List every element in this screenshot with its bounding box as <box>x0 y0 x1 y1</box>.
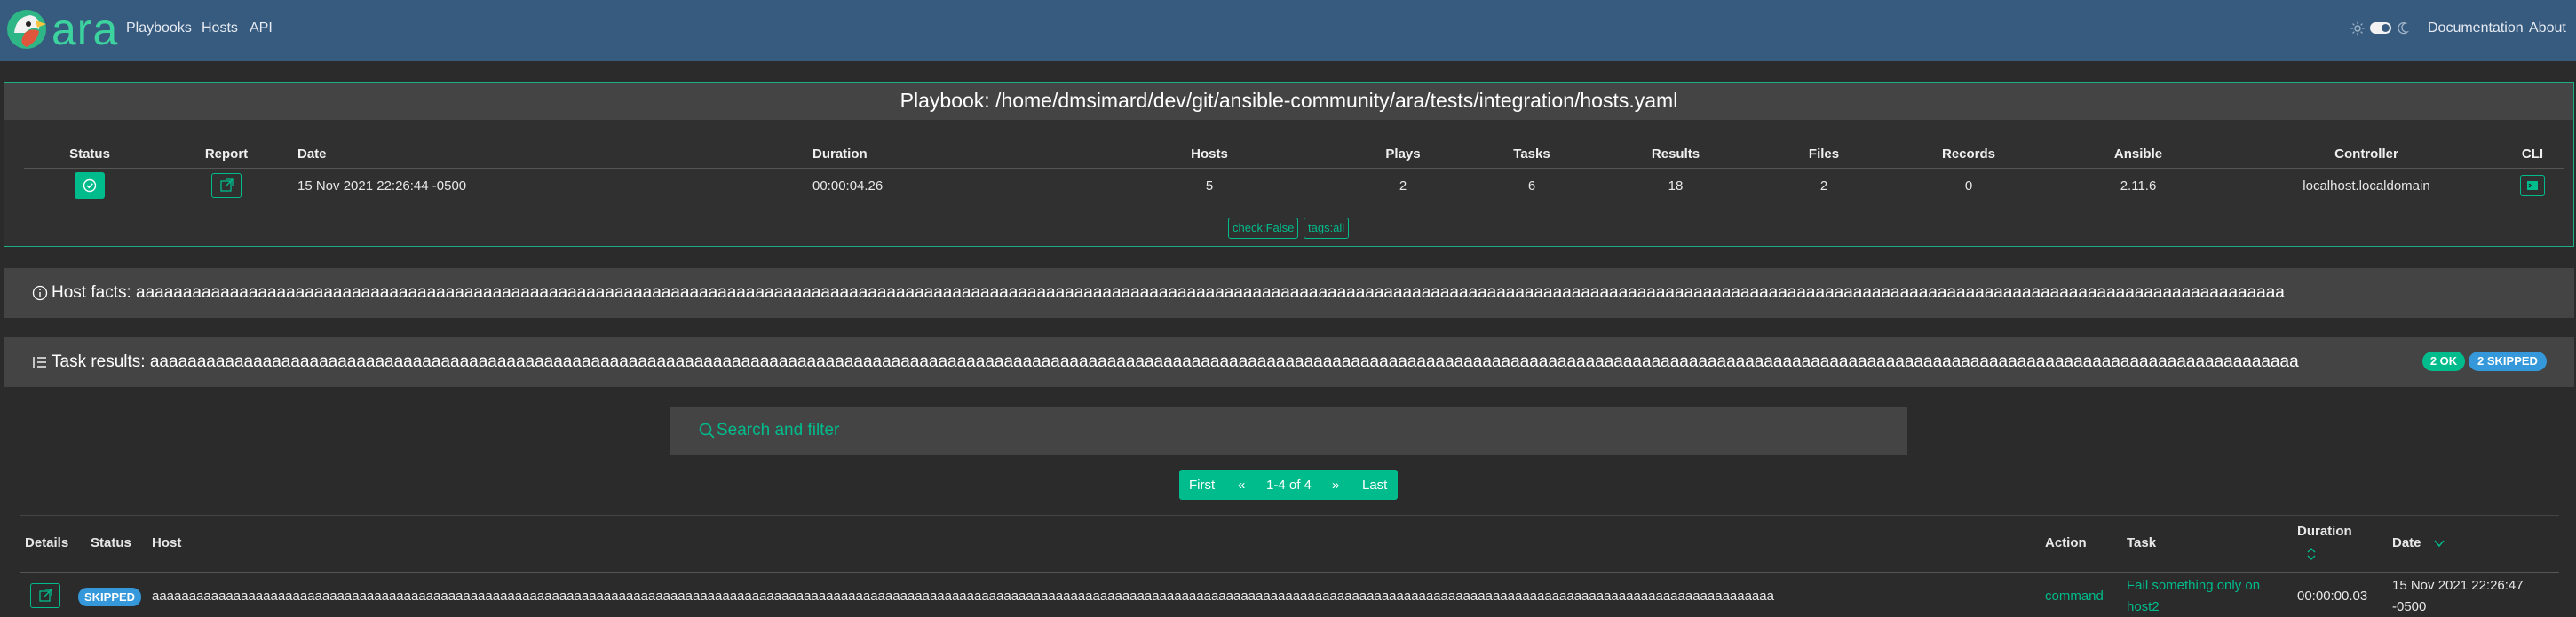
search-label: Search and filter <box>717 421 840 439</box>
playbook-hosts: 5 <box>1205 178 1214 194</box>
sun-icon <box>2350 21 2365 36</box>
status-completed-button[interactable] <box>75 172 105 200</box>
search-and-filter-button[interactable]: Search and filter <box>670 407 1907 455</box>
result-duration: 00:00:00.03 <box>2297 589 2368 604</box>
playbook-date: 15 Nov 2021 22:26:44 -0500 <box>297 178 467 194</box>
result-date-line2: -0500 <box>2392 599 2427 614</box>
status-badge: SKIPPED <box>78 588 142 606</box>
results-col-action: Action <box>2045 535 2087 550</box>
col-tasks: Tasks <box>1468 141 1596 169</box>
playbook-duration: 00:00:04.26 <box>812 178 884 194</box>
moon-icon <box>2398 21 2409 35</box>
cli-button[interactable] <box>2520 175 2545 197</box>
playbook-results: 18 <box>1668 178 1684 194</box>
col-controller: Controller <box>2231 141 2501 169</box>
pagination-last[interactable]: Last <box>1362 478 1387 493</box>
external-link-icon <box>220 178 234 192</box>
result-date-line1: 15 Nov 2021 22:26:47 <box>2392 578 2524 593</box>
playbook-records: 0 <box>1964 178 1973 194</box>
search-icon <box>699 423 715 439</box>
col-duration: Duration <box>812 141 1081 169</box>
playbook-controller: localhost.localdomain <box>2303 178 2430 194</box>
info-circle-icon <box>32 285 48 301</box>
col-results: Results <box>1596 141 1756 169</box>
skipped-count-badge: 2 SKIPPED <box>2469 352 2547 371</box>
report-button[interactable] <box>211 173 242 199</box>
nav-hosts[interactable]: Hosts <box>202 20 238 37</box>
pagination-next[interactable]: » <box>1332 478 1339 493</box>
pagination-first[interactable]: First <box>1189 478 1215 493</box>
table-row: 15 Nov 2021 22:26:44 -0500 00:00:04.26 5… <box>24 168 2564 203</box>
task-results-bar[interactable]: Task results: aaaaaaaaaaaaaaaaaaaaaaaaaa… <box>4 337 2574 387</box>
nav-about[interactable]: About <box>2529 20 2566 37</box>
navbar: ara Playbooks Hosts API Documentation Ab… <box>0 0 2576 61</box>
playbook-files: 2 <box>1819 178 1828 194</box>
table-row: SKIPPED aaaaaaaaaaaaaaaaaaaaaaaaaaaaaaaa… <box>0 573 2576 617</box>
playbook-summary-table: Status Report Date Duration Hosts Plays … <box>24 141 2564 203</box>
check-circle-icon <box>83 179 97 193</box>
playbook-panel: Playbook: /home/dmsimard/dev/git/ansible… <box>4 82 2574 247</box>
col-date: Date <box>297 141 812 169</box>
results-col-details: Details <box>25 535 69 550</box>
nav-api[interactable]: API <box>250 20 273 37</box>
result-task-link-line2[interactable]: host2 <box>2127 599 2160 614</box>
brand-text: ara <box>52 4 119 54</box>
result-action-link[interactable]: command <box>2045 589 2104 604</box>
results-col-status: Status <box>91 535 131 550</box>
tag-check[interactable]: check:False <box>1228 218 1299 239</box>
result-details-button[interactable] <box>30 583 60 608</box>
col-cli: CLI <box>2501 141 2564 169</box>
task-results-label: Task results: aaaaaaaaaaaaaaaaaaaaaaaaaa… <box>52 352 2299 371</box>
toggle-switch[interactable] <box>2370 22 2391 34</box>
sort-icon[interactable] <box>2305 547 2318 561</box>
host-facts-label: Host facts: aaaaaaaaaaaaaaaaaaaaaaaaaaaa… <box>52 283 2285 302</box>
playbook-title: Playbook: /home/dmsimard/dev/git/ansible… <box>4 83 2573 120</box>
col-records: Records <box>1892 141 2045 169</box>
nav-documentation[interactable]: Documentation <box>2428 20 2524 37</box>
results-col-duration[interactable]: Duration <box>2297 524 2352 539</box>
list-icon <box>33 357 46 368</box>
col-status: Status <box>24 141 155 169</box>
col-plays: Plays <box>1338 141 1468 169</box>
ok-count-badge: 2 OK <box>2422 352 2465 371</box>
table-header-row: Status Report Date Duration Hosts Plays … <box>24 141 2564 169</box>
result-host[interactable]: aaaaaaaaaaaaaaaaaaaaaaaaaaaaaaaaaaaaaaaa… <box>152 589 2036 604</box>
col-hosts: Hosts <box>1081 141 1338 169</box>
external-link-icon <box>39 589 52 602</box>
nav-playbooks[interactable]: Playbooks <box>126 20 192 37</box>
playbook-ansible-version: 2.11.6 <box>2120 178 2157 194</box>
col-ansible: Ansible <box>2045 141 2231 169</box>
terminal-icon <box>2527 181 2538 191</box>
pagination-range: 1-4 of 4 <box>1266 478 1312 493</box>
results-col-date[interactable]: Date <box>2392 535 2421 550</box>
playbook-plays: 2 <box>1399 178 1407 194</box>
parrot-logo-icon <box>7 10 46 49</box>
sort-descending-icon[interactable] <box>2433 537 2445 550</box>
col-files: Files <box>1756 141 1892 169</box>
playbook-tasks: 6 <box>1527 178 1536 194</box>
results-col-host: Host <box>152 535 182 550</box>
col-report: Report <box>155 141 297 169</box>
host-facts-bar[interactable]: Host facts: aaaaaaaaaaaaaaaaaaaaaaaaaaaa… <box>4 268 2574 318</box>
pagination: First « 1-4 of 4 » Last <box>1179 470 1398 500</box>
divider <box>20 515 2559 516</box>
result-task-link-line1[interactable]: Fail something only on <box>2127 578 2260 593</box>
tag-tags[interactable]: tags:all <box>1304 218 1350 239</box>
results-col-task: Task <box>2127 535 2157 550</box>
pagination-prev[interactable]: « <box>1238 478 1245 493</box>
ara-logo[interactable]: ara <box>5 4 117 54</box>
theme-toggle[interactable] <box>2350 20 2409 37</box>
